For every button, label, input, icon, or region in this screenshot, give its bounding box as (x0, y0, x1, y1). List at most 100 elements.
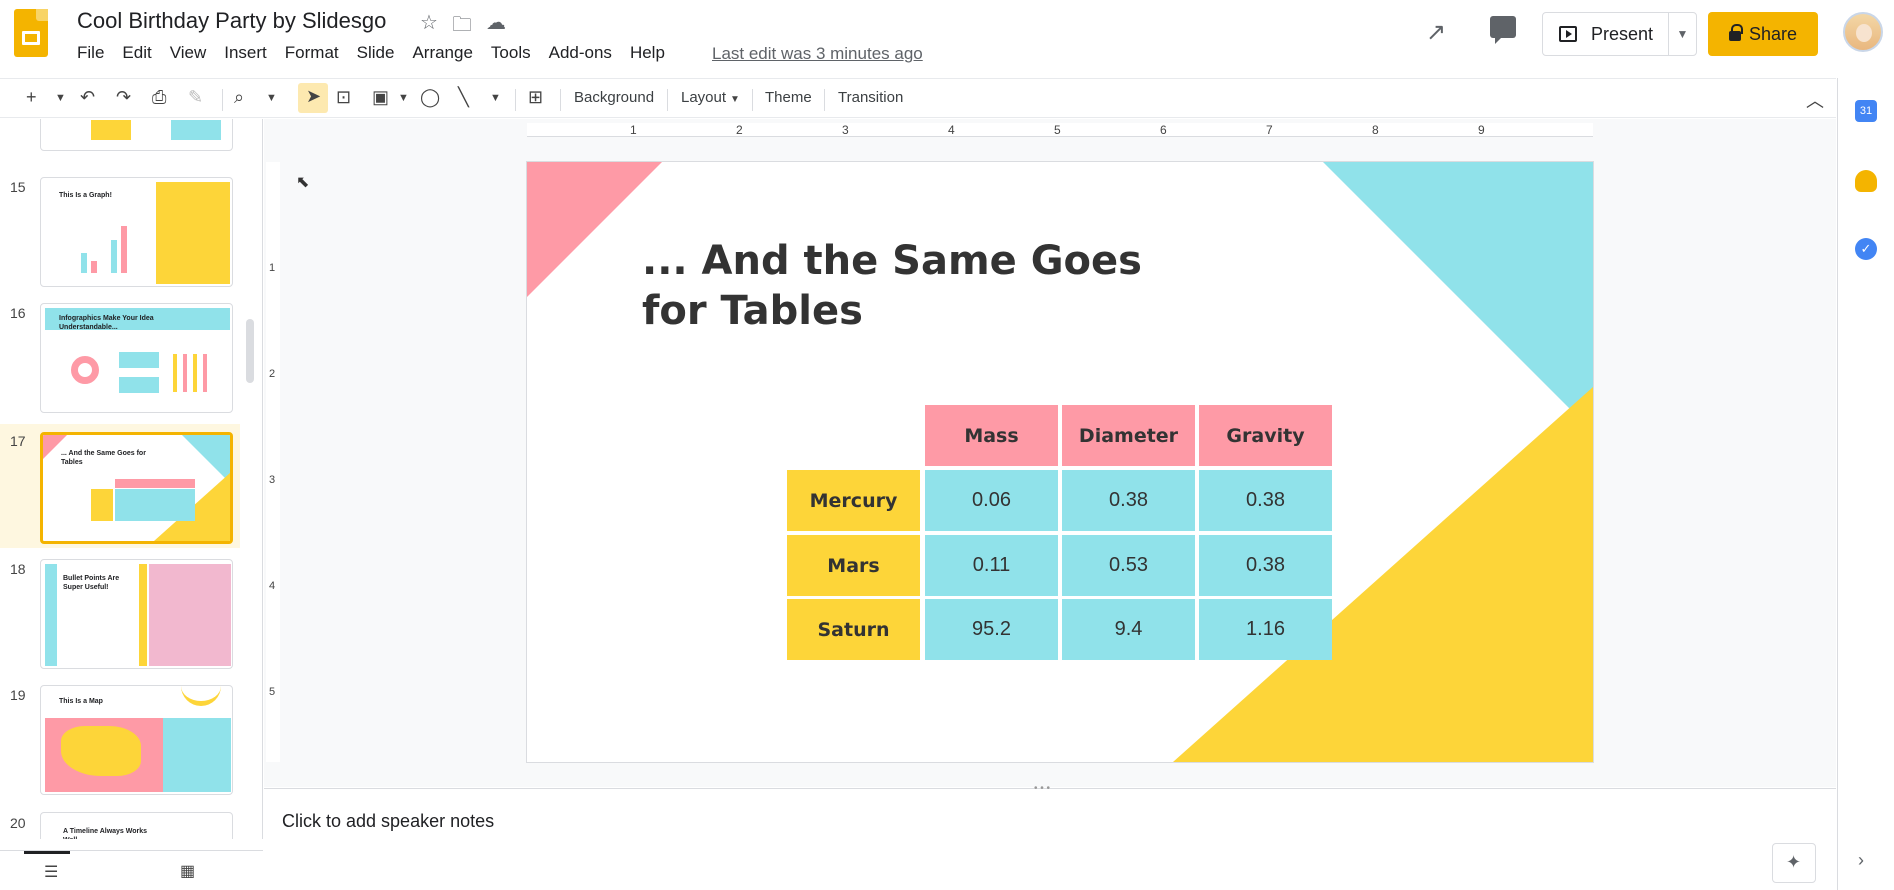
notes-resize-handle[interactable]: • • • (1034, 783, 1050, 794)
calendar-icon[interactable]: 31 (1855, 100, 1877, 122)
table-header-cell[interactable]: Mass (925, 405, 1058, 466)
undo-icon[interactable]: ↶ (80, 87, 95, 108)
table-cell[interactable]: 0.11 (925, 535, 1058, 596)
line-dropdown-icon[interactable]: ▼ (490, 92, 501, 104)
menu-file[interactable]: File (77, 43, 113, 63)
ruler-tick: 8 (1372, 123, 1379, 137)
print-icon[interactable]: ⎙ (152, 87, 166, 108)
ruler-tick: 5 (1054, 123, 1061, 137)
zoom-dropdown-icon[interactable]: ▼ (266, 92, 277, 104)
slide-number: 19 (10, 687, 26, 703)
filmstrip-scrollbar[interactable] (246, 319, 254, 383)
tasks-icon[interactable]: ✓ (1855, 238, 1877, 260)
theme-button[interactable]: Theme (765, 89, 812, 106)
table-cell[interactable]: 1.16 (1199, 599, 1332, 660)
new-slide-icon[interactable]: + (26, 87, 37, 108)
activity-trend-icon[interactable]: ↗ (1426, 18, 1446, 47)
grid-view-icon[interactable]: ▦ (180, 861, 195, 881)
filmstrip-view-icon[interactable]: ☰ (44, 862, 58, 882)
side-panel: 31 ✓ › (1837, 78, 1894, 890)
shape-icon[interactable]: ◯ (420, 87, 440, 108)
table-row-label[interactable]: Mars (787, 535, 920, 596)
add-comment-icon[interactable]: ⊞ (528, 87, 543, 108)
new-slide-dropdown-icon[interactable]: ▼ (55, 92, 66, 104)
comment-history-icon[interactable] (1490, 16, 1516, 44)
share-button[interactable]: Share (1708, 12, 1818, 56)
menu-help[interactable]: Help (630, 43, 674, 63)
redo-icon[interactable]: ↷ (116, 87, 131, 108)
table-cell[interactable]: 0.38 (1062, 470, 1195, 531)
table-cell[interactable]: 0.38 (1199, 535, 1332, 596)
star-icon[interactable]: ☆ (420, 10, 438, 44)
slide-filmstrip: 15 This Is a Graph! 16 Infographics Make… (0, 119, 263, 839)
expand-panel-icon[interactable]: › (1858, 850, 1864, 871)
image-icon[interactable]: ▣ (372, 87, 389, 108)
table-cell[interactable]: 9.4 (1062, 599, 1195, 660)
table-cell[interactable]: 0.06 (925, 470, 1058, 531)
active-view-indicator (24, 851, 70, 854)
move-folder-icon[interactable]: 🗀 (452, 10, 472, 44)
table-cell[interactable]: 0.53 (1062, 535, 1195, 596)
thumb-title: ... And the Same Goes for Tables (61, 450, 146, 466)
ruler-tick: 1 (630, 123, 637, 137)
slide-thumbnail-17[interactable]: ... And the Same Goes for Tables (40, 432, 233, 544)
menu-insert[interactable]: Insert (224, 43, 276, 63)
avatar[interactable] (1843, 12, 1883, 52)
transition-button[interactable]: Transition (838, 89, 903, 106)
menu-slide[interactable]: Slide (357, 43, 404, 63)
cursor-icon: ➤ (306, 86, 322, 106)
menu-format[interactable]: Format (285, 43, 348, 63)
lock-icon (1728, 24, 1743, 41)
ruler-tick: 2 (736, 123, 743, 137)
menu-view[interactable]: View (170, 43, 216, 63)
present-dropdown-icon[interactable]: ▼ (1668, 13, 1696, 55)
slide-thumbnail-16[interactable]: Infographics Make Your Idea Understandab… (40, 303, 233, 413)
document-title[interactable]: Cool Birthday Party by Slidesgo (77, 8, 386, 34)
layout-button[interactable]: Layout (681, 89, 726, 106)
cloud-status-icon[interactable]: ☁ (486, 10, 506, 44)
current-slide[interactable]: ... And the Same Goes for Tables Mass Di… (527, 162, 1593, 762)
table-header-cell[interactable]: Diameter (1062, 405, 1195, 466)
menu-edit[interactable]: Edit (122, 43, 160, 63)
thumb-title: Infographics Make Your Idea Understandab… (59, 315, 154, 331)
title-icons: ☆ 🗀 ☁ (420, 10, 506, 44)
slide-thumbnail-20[interactable]: A Timeline Always Works Well (40, 812, 233, 839)
table-row-label[interactable]: Saturn (787, 599, 920, 660)
slide-thumbnail-18[interactable]: Bullet Points Are Super Useful! (40, 559, 233, 669)
speaker-notes[interactable]: • • • Click to add speaker notes (264, 783, 1836, 890)
toolbar: + ▼ ↶ ↷ ⎙ ✎ ⌕ ▼ ➤ ⊡ ▣ ▼ ◯ ╲ ▼ ⊞ Backgrou… (0, 78, 1836, 118)
keep-icon[interactable] (1855, 170, 1877, 192)
collapse-toolbar-icon[interactable]: ︿ (1806, 87, 1824, 113)
present-button[interactable]: Present ▼ (1542, 12, 1697, 56)
table-row-label[interactable]: Mercury (787, 470, 920, 531)
slides-logo-icon[interactable] (14, 9, 48, 57)
slide-number: 17 (10, 433, 26, 449)
speaker-notes-placeholder[interactable]: Click to add speaker notes (282, 811, 494, 832)
slides-app: Cool Birthday Party by Slidesgo ☆ 🗀 ☁ Fi… (0, 0, 1894, 890)
text-box-icon[interactable]: ⊡ (336, 87, 351, 108)
menu-arrange[interactable]: Arrange (412, 43, 481, 63)
present-icon (1559, 26, 1577, 42)
slide-thumbnail-14[interactable] (40, 119, 233, 151)
zoom-icon[interactable]: ⌕ (234, 87, 244, 108)
horizontal-ruler[interactable]: 1 2 3 4 5 6 7 8 9 (527, 123, 1593, 137)
table-cell[interactable]: 95.2 (925, 599, 1058, 660)
vertical-ruler[interactable]: 1 2 3 4 5 (266, 162, 280, 762)
image-dropdown-icon[interactable]: ▼ (398, 92, 409, 104)
slide-thumbnail-15[interactable]: This Is a Graph! (40, 177, 233, 287)
last-edit-link[interactable]: Last edit was 3 minutes ago (712, 44, 923, 64)
line-icon[interactable]: ╲ (458, 87, 469, 108)
menu-tools[interactable]: Tools (491, 43, 540, 63)
layout-dropdown-icon[interactable]: ▼ (730, 94, 740, 105)
background-button[interactable]: Background (574, 89, 654, 106)
slide-thumbnail-19[interactable]: This Is a Map (40, 685, 233, 795)
table-header-cell[interactable]: Gravity (1199, 405, 1332, 466)
menu-bar: File Edit View Insert Format Slide Arran… (77, 43, 683, 63)
paint-format-icon[interactable]: ✎ (188, 87, 203, 108)
menu-addons[interactable]: Add-ons (549, 43, 621, 63)
slide-title[interactable]: ... And the Same Goes for Tables (642, 236, 1162, 336)
table-cell[interactable]: 0.38 (1199, 470, 1332, 531)
share-label: Share (1748, 23, 1798, 44)
explore-icon[interactable] (1772, 843, 1816, 883)
present-label: Present (1591, 23, 1654, 44)
